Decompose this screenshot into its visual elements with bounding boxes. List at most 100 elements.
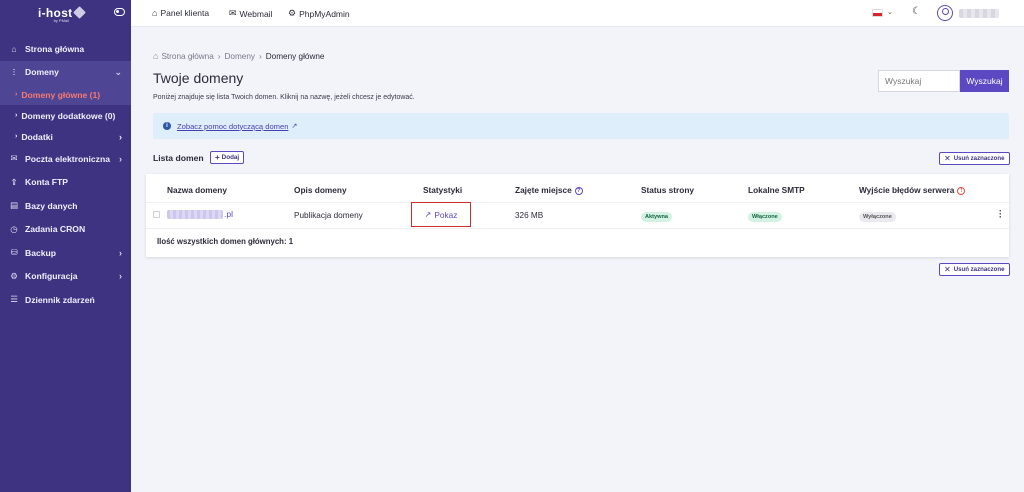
domains-table: Nazwa domeny Opis domeny Statystyki Zaję… bbox=[146, 174, 1009, 257]
user-name-blurred[interactable] bbox=[959, 9, 999, 18]
column-header-label: Zajęte miejsce bbox=[515, 185, 572, 195]
sidebar-item-addon-domains[interactable]: › Domeny dodatkowe (0) bbox=[0, 105, 131, 126]
chevron-right-icon: › bbox=[119, 131, 122, 142]
sidebar-item-databases[interactable]: ▤ Bazy danych bbox=[0, 194, 131, 218]
domain-link[interactable]: .pl bbox=[167, 209, 233, 219]
sidebar-item-label: Poczta elektroniczna bbox=[25, 153, 111, 164]
status-badge: Aktywna bbox=[641, 212, 673, 222]
search-input[interactable] bbox=[878, 70, 960, 92]
column-header-statistics: Statystyki bbox=[423, 185, 463, 195]
sidebar-item-event-log[interactable]: ☰ Dziennik zdarzeń bbox=[0, 288, 131, 312]
total-count: Ilość wszystkich domen głównych: 1 bbox=[157, 237, 294, 246]
list-icon: ☰ bbox=[10, 294, 18, 305]
search-button[interactable]: Wyszukaj bbox=[960, 70, 1009, 92]
add-domain-button[interactable]: + Dodaj bbox=[210, 151, 245, 164]
logo-tagline: by PMail bbox=[53, 17, 69, 23]
domain-description: Publikacja domeny bbox=[294, 211, 363, 220]
caret-right-icon: › bbox=[15, 112, 18, 119]
more-options-icon[interactable]: · · · bbox=[999, 207, 1002, 222]
remove-button-label: Usuń zaznaczone bbox=[953, 155, 1005, 162]
sidebar-nav: ⌂ Strona główna ⫶ Domeny ⌄ › Domeny głów… bbox=[0, 37, 131, 312]
database-icon: ▤ bbox=[9, 200, 19, 211]
sidebar-item-label: Strona główna bbox=[25, 43, 85, 54]
sidebar-item-main-domains[interactable]: › Domeny główne (1) bbox=[0, 84, 131, 105]
breadcrumb-item[interactable]: Domeny bbox=[225, 52, 256, 61]
breadcrumb-item[interactable]: Strona główna bbox=[161, 52, 213, 61]
sidebar-item-label: Backup bbox=[25, 247, 57, 258]
sidebar-item-label: Domeny bbox=[25, 67, 59, 78]
sidebar-item-configuration[interactable]: ⚙ Konfiguracja › bbox=[0, 265, 131, 289]
close-icon: ✕ bbox=[944, 265, 951, 274]
caret-right-icon: › bbox=[15, 133, 18, 140]
page-description: Poniżej znajduje się lista Twoich domen.… bbox=[153, 94, 415, 101]
sidebar-item-domains[interactable]: ⫶ Domeny ⌄ bbox=[0, 60, 131, 84]
column-header-description: Opis domeny bbox=[294, 185, 347, 195]
logo[interactable]: i-host by PMail bbox=[0, 0, 131, 28]
close-icon: ✕ bbox=[944, 154, 951, 163]
top-link-label: PhpMyAdmin bbox=[299, 8, 350, 19]
gear-icon: ⚙ bbox=[288, 8, 297, 18]
mail-icon: ✉ bbox=[229, 8, 237, 18]
column-header-domain-name: Nazwa domeny bbox=[167, 185, 227, 195]
sidebar-item-label: Zadania CRON bbox=[25, 224, 86, 235]
info-box: i Zobacz pomoc dotyczącą domen ↗ bbox=[153, 113, 1009, 139]
avatar[interactable] bbox=[937, 5, 953, 21]
sidebar-item-label: Domeny główne (1) bbox=[21, 89, 101, 100]
home-icon: ⌂ bbox=[153, 51, 159, 61]
chevron-right-icon: › bbox=[119, 153, 122, 164]
external-link-icon: ↗ bbox=[424, 210, 432, 219]
info-icon: i bbox=[163, 122, 171, 130]
error-output-badge[interactable]: Wyłączone bbox=[859, 212, 896, 222]
external-link-icon[interactable]: ↗ bbox=[291, 122, 297, 130]
sidebar-item-cron[interactable]: ◷ Zadania CRON bbox=[0, 218, 131, 242]
backup-icon: ⛁ bbox=[10, 247, 18, 258]
sidebar-toggle-icon[interactable] bbox=[114, 8, 125, 16]
column-header-server-error-output: Wyjście błędów serwera! bbox=[859, 185, 966, 195]
chevron-right-icon: › bbox=[119, 271, 122, 282]
home-icon: ⌂ bbox=[152, 8, 158, 18]
pl-flag-icon[interactable] bbox=[872, 9, 883, 17]
smtp-badge[interactable]: Włączone bbox=[748, 212, 782, 222]
top-link-client-panel[interactable]: ⌂ Panel klienta bbox=[152, 8, 209, 18]
top-link-webmail[interactable]: ✉ Webmail bbox=[229, 8, 272, 19]
sidebar-item-addons[interactable]: › Dodatki › bbox=[0, 126, 131, 147]
sidebar-item-home[interactable]: ⌂ Strona główna bbox=[0, 37, 131, 61]
upload-icon: ⇪ bbox=[10, 176, 18, 187]
sidebar-item-label: Dodatki bbox=[21, 131, 53, 142]
sidebar-item-label: Bazy danych bbox=[25, 200, 78, 211]
divider bbox=[146, 202, 1009, 203]
bar-chart-icon: ⫶ bbox=[12, 66, 16, 77]
sidebar-item-backup[interactable]: ⛁ Backup › bbox=[0, 241, 131, 265]
page-title: Twoje domeny bbox=[153, 70, 244, 86]
warning-icon[interactable]: ! bbox=[957, 187, 966, 195]
remove-selected-button-top[interactable]: ✕ Usuń zaznaczone bbox=[939, 152, 1010, 165]
sidebar-item-label: Konta FTP bbox=[25, 177, 68, 188]
help-icon[interactable]: ? bbox=[574, 187, 583, 195]
top-link-label: Panel klienta bbox=[160, 8, 210, 18]
divider bbox=[146, 228, 1009, 229]
breadcrumb-separator: › bbox=[259, 51, 262, 61]
breadcrumb: ⌂ Strona główna › Domeny › Domeny główne bbox=[153, 51, 324, 61]
remove-button-label: Usuń zaznaczone bbox=[953, 266, 1005, 273]
remove-selected-button-bottom[interactable]: ✕ Usuń zaznaczone bbox=[939, 263, 1010, 276]
chevron-down-icon: ⌄ bbox=[114, 66, 122, 77]
sidebar-item-ftp[interactable]: ⇪ Konta FTP bbox=[0, 171, 131, 195]
plus-icon: + bbox=[215, 153, 220, 162]
logo-cube-icon bbox=[73, 5, 87, 19]
column-header-local-smtp: Lokalne SMTP bbox=[748, 185, 805, 195]
list-title: Lista domen bbox=[153, 153, 204, 163]
gear-icon: ⚙ bbox=[10, 270, 18, 281]
sidebar-item-email[interactable]: ✉ Poczta elektroniczna › bbox=[0, 147, 131, 171]
stats-show-link[interactable]: ↗ Pokaz bbox=[411, 202, 471, 227]
main-content: ⌂ Strona główna › Domeny › Domeny główne… bbox=[131, 27, 1024, 492]
sidebar-item-label: Dziennik zdarzeń bbox=[25, 294, 95, 305]
chevron-down-icon[interactable]: ⌄ bbox=[887, 8, 893, 16]
caret-right-icon: › bbox=[15, 91, 18, 98]
row-checkbox[interactable] bbox=[153, 211, 160, 218]
clock-icon: ◷ bbox=[10, 223, 18, 234]
stats-show-label: Pokaz bbox=[434, 209, 458, 220]
moon-icon[interactable]: ☾ bbox=[912, 6, 921, 17]
help-link[interactable]: Zobacz pomoc dotyczącą domen bbox=[177, 122, 288, 131]
top-bar: ⌂ Panel klienta ✉ Webmail ⚙ PhpMyAdmin ⌄… bbox=[131, 0, 1024, 27]
top-link-phpmyadmin[interactable]: ⚙ PhpMyAdmin bbox=[288, 8, 350, 19]
